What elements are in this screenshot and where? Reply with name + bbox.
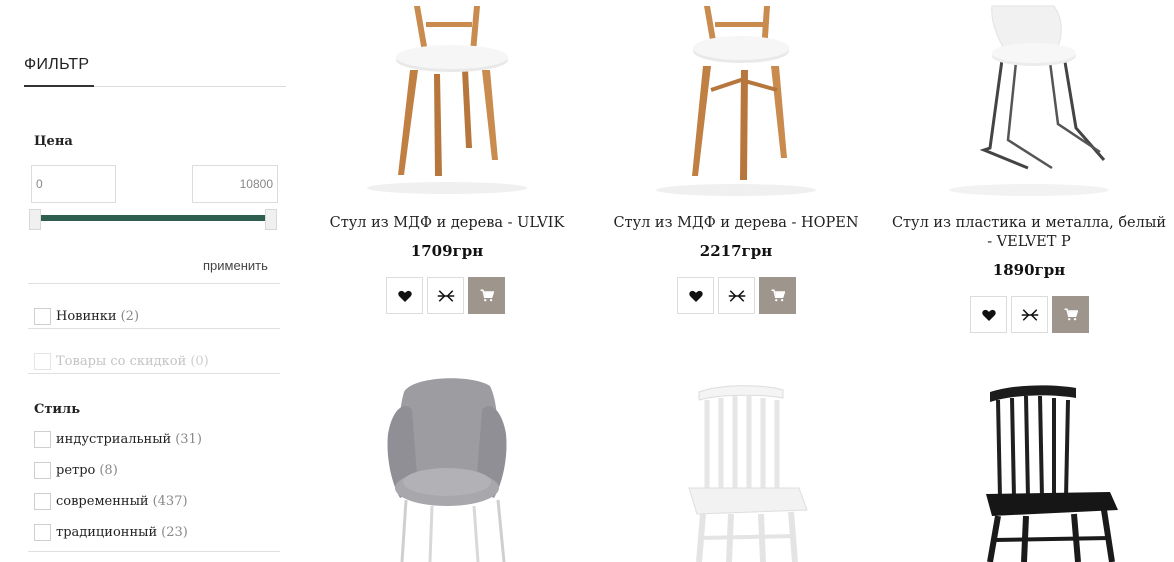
filter-sidebar: ФИЛЬТР Цена 0 10800 применить Новинки (2…	[24, 0, 286, 562]
product-card: Стул из МДФ и дерева - HOPEN 2217грн	[591, 0, 881, 330]
compare-icon	[728, 289, 745, 302]
checkbox[interactable]	[34, 524, 51, 541]
product-card: Стул из пластика и металла, белый - VELV…	[884, 0, 1174, 340]
price-slider-track[interactable]	[36, 215, 268, 221]
price-section-title: Цена	[34, 134, 73, 149]
style-label: современный	[56, 494, 149, 509]
product-card	[591, 370, 881, 562]
style-count: (8)	[99, 463, 118, 478]
filter-label: Товары со скидкой	[56, 354, 187, 369]
checkbox[interactable]	[34, 493, 51, 510]
divider	[28, 551, 280, 552]
cart-icon	[771, 289, 785, 302]
product-image[interactable]	[322, 0, 572, 200]
style-section-title: Стиль	[34, 402, 81, 417]
style-option[interactable]: традиционный (23)	[34, 524, 188, 541]
style-option[interactable]: ретро (8)	[34, 462, 118, 479]
filter-discount-items: Товары со скидкой (0)	[34, 353, 209, 370]
divider	[28, 283, 280, 284]
cart-icon	[480, 289, 494, 302]
style-count: (23)	[161, 525, 188, 540]
compare-button[interactable]	[427, 277, 464, 314]
filter-count: (0)	[190, 354, 209, 369]
product-price: 1709грн	[410, 242, 484, 260]
filter-new-items[interactable]: Новинки (2)	[34, 308, 139, 325]
style-label: традиционный	[56, 525, 158, 540]
compare-icon	[1021, 308, 1038, 321]
compare-button[interactable]	[1011, 296, 1048, 333]
product-card	[302, 370, 592, 562]
product-image[interactable]	[611, 0, 861, 200]
style-label: индустриальный	[56, 432, 172, 447]
checkbox[interactable]	[34, 431, 51, 448]
checkbox[interactable]	[34, 462, 51, 479]
product-price: 1890грн	[992, 261, 1066, 279]
product-actions	[970, 296, 1089, 333]
price-slider-min-handle[interactable]	[29, 209, 41, 230]
heart-icon	[981, 309, 996, 321]
compare-icon	[437, 289, 454, 302]
add-to-cart-button[interactable]	[468, 277, 505, 314]
title-underline	[24, 85, 94, 87]
product-name-line2[interactable]: - VELVET P	[884, 233, 1174, 252]
product-image[interactable]	[904, 0, 1154, 200]
add-to-cart-button[interactable]	[759, 277, 796, 314]
filter-label: Новинки	[56, 309, 117, 324]
checkbox	[34, 353, 51, 370]
filter-title: ФИЛЬТР	[24, 56, 90, 73]
price-slider-max-handle[interactable]	[265, 209, 277, 230]
style-option[interactable]: современный (437)	[34, 493, 188, 510]
style-option[interactable]: индустриальный (31)	[34, 431, 202, 448]
compare-button[interactable]	[718, 277, 755, 314]
filter-count: (2)	[120, 309, 140, 324]
divider	[28, 328, 280, 329]
product-name-line1[interactable]: Стул из пластика и металла, белый	[884, 214, 1174, 233]
product-image[interactable]	[904, 370, 1154, 562]
product-card	[884, 370, 1174, 562]
product-actions	[677, 277, 796, 314]
price-max-input[interactable]: 10800	[192, 165, 278, 203]
product-price: 2217грн	[699, 242, 773, 260]
product-actions	[386, 277, 505, 314]
apply-price-button[interactable]: применить	[203, 258, 268, 273]
product-name[interactable]: Стул из МДФ и дерева - ULVIK	[302, 214, 592, 233]
style-count: (437)	[152, 494, 188, 509]
checkbox[interactable]	[34, 308, 51, 325]
style-label: ретро	[56, 463, 96, 478]
wishlist-button[interactable]	[386, 277, 423, 314]
cart-icon	[1064, 308, 1078, 321]
product-card: Стул из МДФ и дерева - ULVIK 1709грн	[302, 0, 592, 330]
wishlist-button[interactable]	[677, 277, 714, 314]
heart-icon	[397, 290, 412, 302]
divider	[28, 373, 280, 374]
price-min-input[interactable]: 0	[31, 165, 116, 203]
wishlist-button[interactable]	[970, 296, 1007, 333]
product-image[interactable]	[322, 370, 572, 562]
add-to-cart-button[interactable]	[1052, 296, 1089, 333]
product-name[interactable]: Стул из МДФ и дерева - HOPEN	[591, 214, 881, 233]
heart-icon	[688, 290, 703, 302]
style-count: (31)	[175, 432, 202, 447]
product-image[interactable]	[611, 370, 861, 562]
